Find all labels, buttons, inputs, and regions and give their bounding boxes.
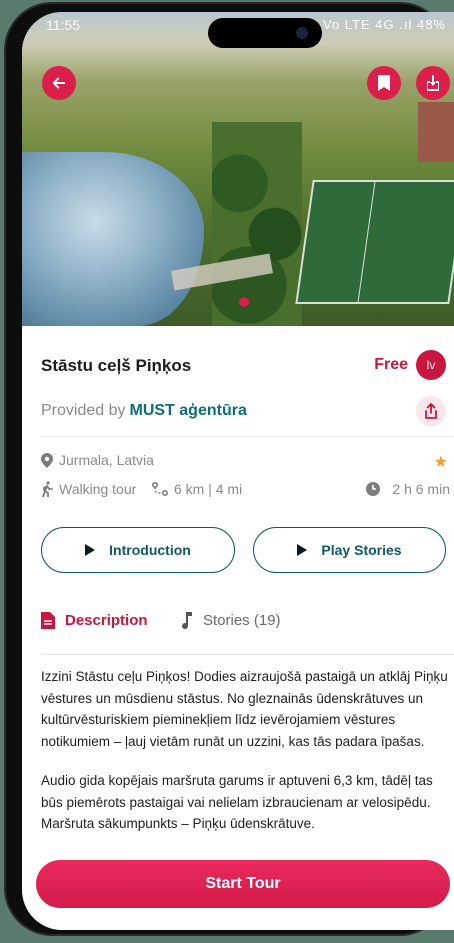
tab-stories-label: Stories (19) (203, 612, 281, 629)
location-text: Jurmala, Latvia (59, 452, 154, 468)
price-label: Free (374, 356, 408, 373)
play-stories-button[interactable]: Play Stories (253, 527, 446, 573)
app-screen: 11:55 🔔 ✈ ◉ Vo LTE 4G .ıl 48% Stāstu ceļ… (22, 12, 454, 930)
download-button[interactable] (416, 66, 450, 100)
share-icon (425, 403, 437, 419)
tab-description[interactable]: Description (41, 612, 148, 629)
arrow-left-icon (52, 77, 66, 89)
tour-cover-image (22, 12, 454, 326)
tab-stories[interactable]: Stories (19) (181, 612, 281, 629)
duration-row: 2 h 6 min (366, 481, 450, 497)
introduction-label: Introduction (109, 542, 191, 558)
route-icon (152, 482, 168, 496)
image-pager-dot[interactable] (239, 297, 249, 307)
play-icon (85, 544, 96, 556)
music-note-icon (182, 612, 192, 629)
provider-link[interactable]: MUST aģentūra (130, 402, 247, 419)
status-time: 11:55 (46, 17, 80, 33)
introduction-button[interactable]: Introduction (41, 527, 235, 573)
provided-by: Provided by MUST aģentūra (41, 402, 454, 420)
map-pin-icon (41, 452, 53, 468)
bookmark-button[interactable] (367, 66, 401, 100)
description-paragraph-1: Izzini Stāstu ceļu Piņķos! Dodies aizrau… (41, 669, 448, 749)
language-badge[interactable]: lv (416, 350, 446, 380)
distance-text: 6 km | 4 mi (174, 481, 243, 497)
tab-description-label: Description (65, 612, 148, 629)
download-icon (427, 75, 439, 91)
clock-icon (366, 482, 381, 496)
camera-notch (208, 18, 322, 48)
star-icon: ★ (433, 454, 448, 471)
content-tabs: Description Stories (19) (41, 612, 454, 652)
share-button[interactable] (416, 396, 446, 426)
play-icon (297, 544, 308, 556)
divider (41, 436, 454, 437)
walking-person-icon (42, 481, 53, 497)
distance-row: 6 km | 4 mi (152, 481, 242, 497)
play-stories-label: Play Stories (321, 542, 402, 558)
bookmark-icon (378, 75, 390, 91)
provided-by-label: Provided by (41, 402, 126, 419)
duration-text: 2 h 6 min (392, 481, 450, 497)
document-icon (41, 612, 55, 629)
description-paragraph-2: Audio gida kopējais maršruta garums ir a… (41, 773, 433, 831)
location-row: Jurmala, Latvia (41, 452, 154, 468)
divider (41, 654, 454, 655)
back-button[interactable] (42, 66, 76, 100)
start-tour-button[interactable]: Start Tour (36, 860, 450, 908)
tour-type-text: Walking tour (59, 481, 137, 497)
tour-type-row: Walking tour (41, 481, 136, 497)
